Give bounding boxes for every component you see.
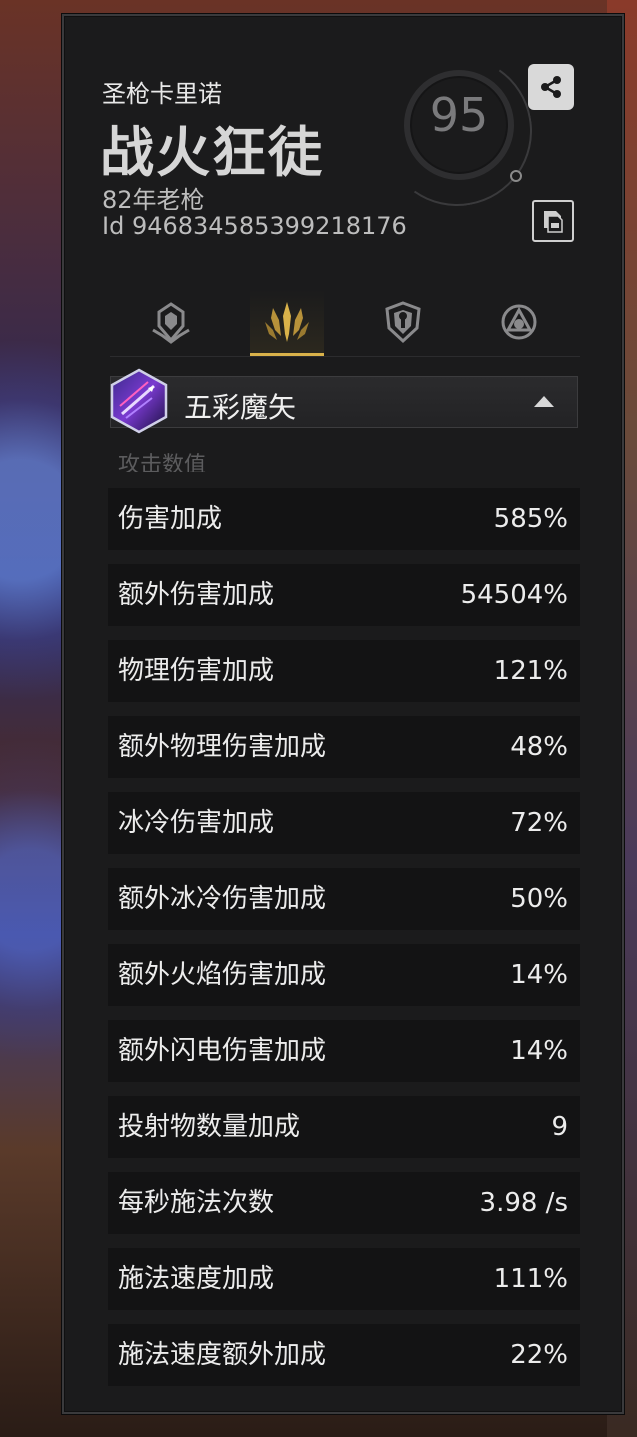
stat-label: 伤害加成 [118,504,223,534]
helmet-icon [152,302,190,344]
stat-label: 每秒施法次数 [118,1188,275,1218]
stat-value: 9 [551,1112,568,1142]
stat-label: 投射物数量加成 [118,1112,301,1142]
stat-label: 额外物理伤害加成 [118,732,327,762]
stat-row: 额外伤害加成 54504% [108,564,580,626]
stat-value: 22% [510,1340,568,1370]
stat-row: 伤害加成 585% [108,488,580,550]
stat-label: 施法速度加成 [118,1264,275,1294]
stat-value: 48% [510,732,568,762]
section-title-attack-stats: 攻击数值 [118,453,207,472]
stat-row: 物理伤害加成 121% [108,640,580,702]
weapon-flames-icon [265,302,309,342]
stat-value: 585% [493,504,568,534]
stat-value: 72% [510,808,568,838]
share-button[interactable] [528,64,574,110]
shield-icon [385,301,421,344]
level-orbit-dot [510,170,522,182]
stat-value: 50% [510,884,568,914]
tab-other[interactable] [482,290,556,354]
tab-divider [110,356,580,357]
tab-defense[interactable] [366,290,440,354]
stat-row: 施法速度额外加成 22% [108,1324,580,1386]
character-stats-panel: 圣枪卡里诺 战火狂徒 82年老枪 Id 946834585399218176 9… [62,14,624,1414]
character-subtitle: 圣枪卡里诺 [102,80,222,108]
stat-label: 额外火焰伤害加成 [118,960,327,990]
tab-bar [110,290,580,356]
stat-row: 额外闪电伤害加成 14% [108,1020,580,1082]
guild-name: 82年老枪 [102,186,205,214]
stat-value: 3.98 /s [479,1188,568,1218]
stat-value: 14% [510,960,568,990]
stat-value: 121% [493,656,568,686]
stat-label: 冰冷伤害加成 [118,808,275,838]
copy-icon [544,211,563,233]
stat-value: 14% [510,1036,568,1066]
stat-label: 额外伤害加成 [118,580,275,610]
character-name: 战火狂徒 [100,121,324,184]
player-id: Id 946834585399218176 [102,212,407,240]
stat-label: 施法速度额外加成 [118,1340,327,1370]
stat-label: 额外闪电伤害加成 [118,1036,327,1066]
stat-row: 额外物理伤害加成 48% [108,716,580,778]
copy-id-button[interactable] [532,200,574,242]
level-value: 95 [429,88,489,142]
stat-label: 额外冰冷伤害加成 [118,884,327,914]
circle-triangle-icon [501,304,537,340]
tab-attack[interactable] [250,290,324,356]
stat-row: 冰冷伤害加成 72% [108,792,580,854]
stat-row: 投射物数量加成 9 [108,1096,580,1158]
stat-row: 额外冰冷伤害加成 50% [108,868,580,930]
tab-gear[interactable] [134,290,208,354]
stat-label: 物理伤害加成 [118,656,275,686]
stat-row: 额外火焰伤害加成 14% [108,944,580,1006]
skill-selector-label: 五彩魔矢 [184,391,297,424]
magic-arrow-skill-icon [108,368,170,434]
chevron-up-icon[interactable] [534,396,554,407]
stat-row: 每秒施法次数 3.98 /s [108,1172,580,1234]
share-icon [541,76,561,98]
skill-selector-dropdown[interactable] [110,376,578,428]
stat-row: 施法速度加成 111% [108,1248,580,1310]
stat-value: 111% [493,1264,568,1294]
stat-value: 54504% [460,580,568,610]
